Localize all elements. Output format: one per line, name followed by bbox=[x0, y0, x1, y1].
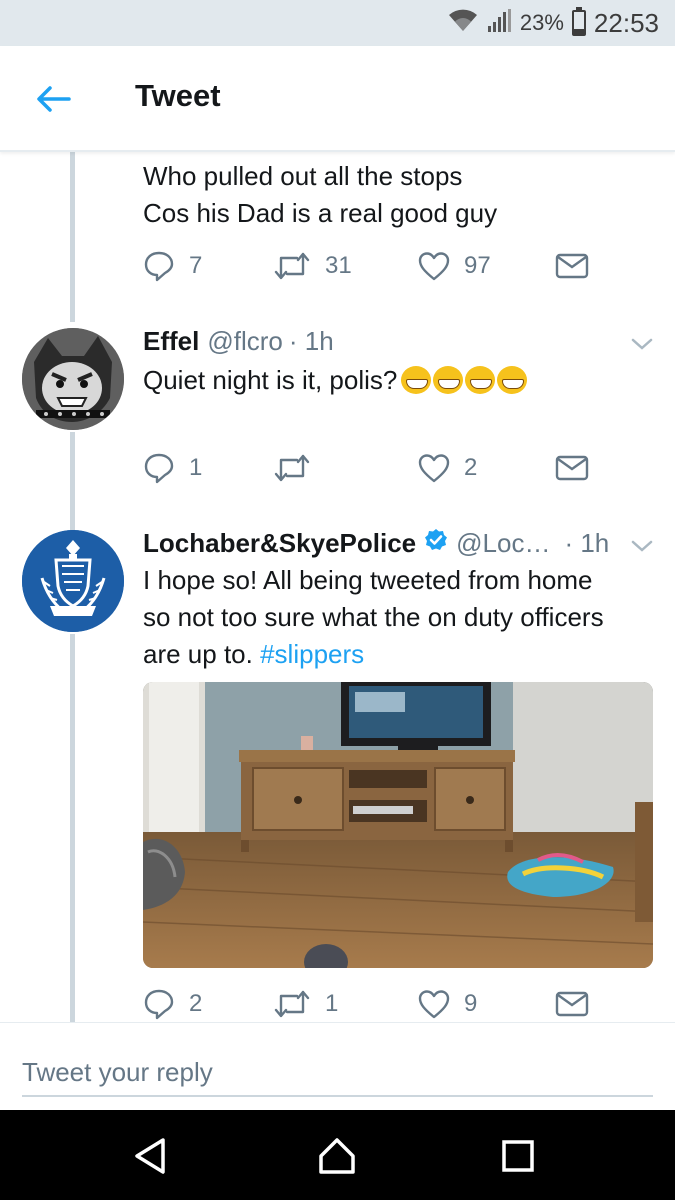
nav-home-button[interactable] bbox=[315, 1134, 359, 1178]
reply-icon bbox=[144, 251, 174, 282]
tweet-text: Quiet night is it, polis? bbox=[143, 362, 528, 399]
envelope-icon bbox=[555, 455, 589, 481]
verified-badge-icon bbox=[425, 529, 448, 550]
user-handle[interactable]: @flcro bbox=[207, 326, 283, 357]
grinning-squinting-face-emoji bbox=[433, 366, 464, 394]
home-circle-icon bbox=[319, 1138, 355, 1174]
tweet-actions: 1 2 bbox=[143, 450, 603, 486]
envelope-icon bbox=[555, 991, 589, 1017]
signal-icon bbox=[486, 8, 512, 39]
heart-icon bbox=[418, 252, 450, 281]
app-bar: Tweet bbox=[0, 46, 675, 152]
reply-button[interactable]: 2 bbox=[143, 986, 202, 1022]
battery-level-fill bbox=[573, 28, 584, 34]
like-button[interactable]: 97 bbox=[418, 248, 491, 284]
display-name[interactable]: Lochaber&SkyePolice bbox=[143, 528, 416, 559]
tweet-text-content: Quiet night is it, polis? bbox=[143, 365, 398, 395]
retweet-icon bbox=[274, 454, 310, 482]
avatar[interactable] bbox=[22, 530, 124, 632]
status-bar: 23% 22:53 bbox=[0, 0, 675, 46]
wifi-icon bbox=[448, 9, 478, 38]
chevron-down-icon[interactable] bbox=[628, 536, 656, 556]
chevron-down-icon[interactable] bbox=[628, 334, 656, 354]
user-handle[interactable]: @Loc… bbox=[456, 528, 550, 559]
android-navigation-bar bbox=[0, 1110, 675, 1200]
status-indicators: 23% 22:53 bbox=[448, 7, 659, 39]
tweet-time: · 1h bbox=[564, 528, 610, 558]
thread-connector bbox=[70, 634, 75, 1022]
reply-composer bbox=[0, 1022, 675, 1110]
photo-living-room-tv-stand bbox=[143, 682, 653, 968]
tweet-text-line: Who pulled out all the stops bbox=[143, 161, 463, 191]
reply-button[interactable]: 1 bbox=[143, 450, 202, 486]
tweet-actions: 2 1 9 bbox=[143, 986, 603, 1022]
thread-connector bbox=[70, 152, 75, 322]
tweet-actions: 7 31 97 bbox=[143, 248, 603, 284]
reply-input[interactable] bbox=[22, 1049, 653, 1097]
dm-share-button[interactable] bbox=[555, 986, 589, 1022]
like-button[interactable]: 2 bbox=[418, 450, 477, 486]
tweet-header: Effel @flcro · 1h bbox=[143, 326, 334, 357]
like-count: 9 bbox=[464, 990, 478, 1017]
reply-count: 2 bbox=[189, 990, 203, 1017]
tweet-text-line: I hope so! All being tweeted from home bbox=[143, 565, 593, 595]
back-triangle-icon bbox=[135, 1138, 165, 1174]
tweet-header: Lochaber&SkyePolice @Loc… · 1h bbox=[143, 528, 609, 559]
arrow-left-icon bbox=[37, 86, 71, 112]
retweet-icon bbox=[274, 252, 310, 280]
tweet-text-line: Cos his Dad is a real good guy bbox=[143, 198, 498, 228]
like-count: 97 bbox=[464, 252, 491, 279]
recents-square-icon bbox=[502, 1140, 534, 1172]
tweet-text: I hope so! All being tweeted from home s… bbox=[143, 562, 604, 673]
police-scotland-crest-avatar-image bbox=[22, 530, 124, 632]
clock: 22:53 bbox=[593, 7, 659, 38]
display-name[interactable]: Effel bbox=[143, 326, 199, 357]
page-title: Tweet bbox=[135, 78, 221, 113]
grinning-squinting-face-emoji bbox=[497, 366, 528, 394]
back-button[interactable] bbox=[30, 76, 76, 122]
reply-count: 1 bbox=[189, 454, 203, 481]
retweet-icon bbox=[274, 990, 310, 1018]
dm-share-button[interactable] bbox=[555, 450, 589, 486]
retweet-count: 1 bbox=[325, 990, 339, 1017]
nav-back-button[interactable] bbox=[128, 1134, 172, 1178]
tweet-text-line: so not too sure what the on duty officer… bbox=[143, 602, 604, 632]
dm-share-button[interactable] bbox=[555, 248, 589, 284]
thread-connector bbox=[70, 432, 75, 532]
hashtag-link[interactable]: #slippers bbox=[260, 639, 364, 669]
like-button[interactable]: 9 bbox=[418, 986, 477, 1022]
heart-icon bbox=[418, 454, 450, 483]
avatar[interactable] bbox=[22, 328, 124, 430]
like-count: 2 bbox=[464, 454, 478, 481]
reply-count: 7 bbox=[189, 252, 203, 279]
reply-icon bbox=[144, 989, 174, 1020]
heart-icon bbox=[418, 990, 450, 1019]
tweet-text-tail: are up to. bbox=[143, 639, 253, 669]
retweet-count: 31 bbox=[325, 252, 352, 279]
grinning-squinting-face-emoji bbox=[401, 366, 432, 394]
tweet-time: · 1h bbox=[288, 326, 334, 356]
battery-icon bbox=[571, 7, 586, 36]
grinning-squinting-face-emoji bbox=[465, 366, 496, 394]
emoji-group bbox=[399, 362, 528, 399]
reply-button[interactable]: 7 bbox=[143, 248, 202, 284]
tweet-media-photo[interactable] bbox=[143, 682, 653, 968]
battery-percent: 23% bbox=[519, 10, 564, 35]
envelope-icon bbox=[555, 253, 589, 279]
nav-recents-button[interactable] bbox=[496, 1134, 540, 1178]
reply-icon bbox=[144, 453, 174, 484]
tweet-text: Who pulled out all the stops Cos his Dad… bbox=[143, 158, 497, 232]
retweet-button[interactable]: 31 bbox=[273, 248, 352, 284]
retweet-button[interactable]: 1 bbox=[273, 986, 338, 1022]
tweet-text-line: are up to. #slippers bbox=[143, 636, 604, 673]
cartoon-cat-avatar-image bbox=[22, 328, 124, 430]
retweet-button[interactable] bbox=[273, 450, 325, 486]
